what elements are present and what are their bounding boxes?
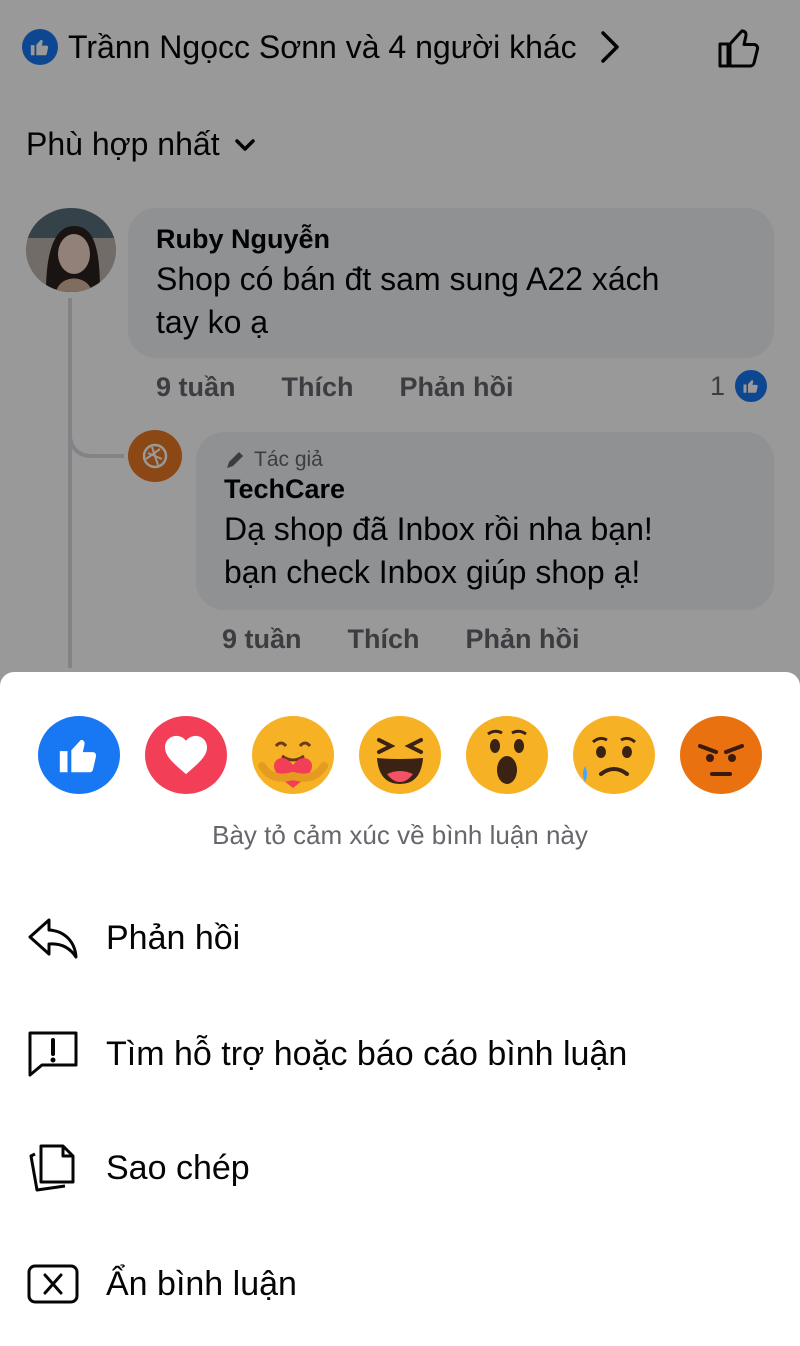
sad-reaction-icon[interactable] xyxy=(573,716,655,794)
report-menu-item[interactable]: Tìm hỗ trợ hoặc báo cáo bình luận xyxy=(26,1022,774,1086)
reaction-bar xyxy=(38,716,762,794)
comment-actions-sheet: Bày tỏ cảm xúc về bình luận này Phản hồi… xyxy=(0,672,800,1346)
copy-menu-item[interactable]: Sao chép xyxy=(26,1136,774,1200)
copy-icon xyxy=(26,1141,80,1195)
like-reaction-icon[interactable] xyxy=(38,716,120,794)
reply-menu-item[interactable]: Phản hồi xyxy=(26,906,774,970)
menu-item-label: Tìm hỗ trợ hoặc báo cáo bình luận xyxy=(106,1034,628,1073)
love-reaction-icon[interactable] xyxy=(145,716,227,794)
report-icon xyxy=(26,1027,80,1081)
hide-menu-item[interactable]: Ẩn bình luận xyxy=(26,1252,774,1316)
menu-item-label: Ẩn bình luận xyxy=(106,1264,297,1303)
angry-reaction-icon[interactable] xyxy=(680,716,762,794)
menu-item-label: Phản hồi xyxy=(106,918,241,957)
reaction-hint: Bày tỏ cảm xúc về bình luận này xyxy=(212,820,588,850)
wow-reaction-icon[interactable] xyxy=(466,716,548,794)
menu-item-label: Sao chép xyxy=(106,1148,250,1187)
haha-reaction-icon[interactable] xyxy=(359,716,441,794)
reply-icon xyxy=(26,911,80,965)
care-reaction-icon[interactable] xyxy=(252,716,334,794)
hide-icon xyxy=(26,1257,80,1311)
